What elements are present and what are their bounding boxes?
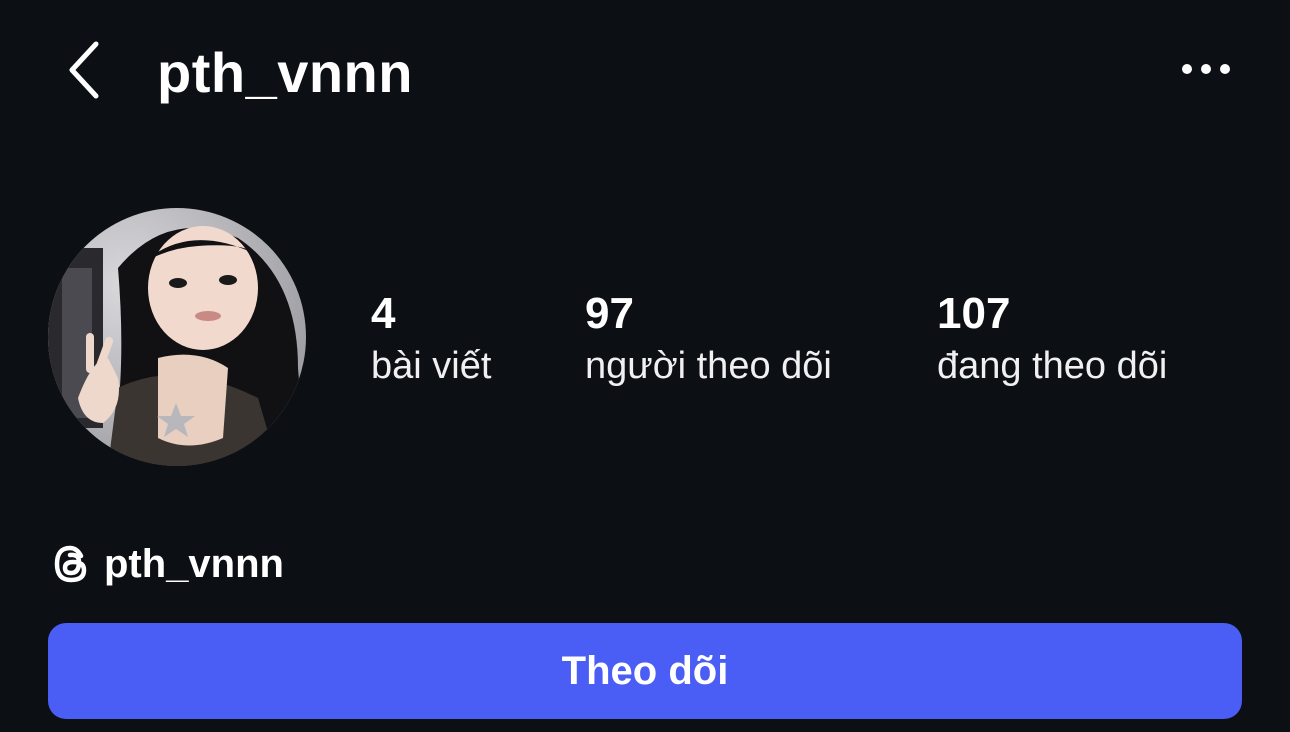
- back-button[interactable]: [58, 38, 110, 106]
- followers-count-stat[interactable]: 97 người theo dõi: [585, 288, 832, 392]
- following-count-stat[interactable]: 107 đang theo dõi: [937, 288, 1167, 392]
- threads-profile-link[interactable]: pth_vnnn: [50, 536, 284, 592]
- threads-handle: pth_vnnn: [104, 542, 284, 586]
- more-horizontal-icon: [1180, 62, 1232, 81]
- chevron-left-icon: [64, 38, 104, 107]
- followers-count-label: người theo dõi: [585, 345, 832, 387]
- following-count-value: 107: [937, 289, 1011, 338]
- avatar[interactable]: [48, 208, 306, 466]
- profile-username-title: pth_vnnn: [157, 41, 413, 104]
- more-options-button[interactable]: [1176, 56, 1236, 86]
- posts-count-value: 4: [371, 289, 396, 338]
- follow-button[interactable]: Theo dõi: [48, 623, 1242, 719]
- followers-count-value: 97: [585, 289, 634, 338]
- posts-count-stat[interactable]: 4 bài viết: [371, 288, 491, 392]
- profile-page: pth_vnnn 4 bài viết 97 người theo dõi 10…: [0, 0, 1290, 732]
- posts-count-label: bài viết: [371, 345, 492, 387]
- threads-icon: [50, 543, 92, 585]
- following-count-label: đang theo dõi: [937, 345, 1168, 387]
- follow-button-label: Theo dõi: [561, 648, 729, 693]
